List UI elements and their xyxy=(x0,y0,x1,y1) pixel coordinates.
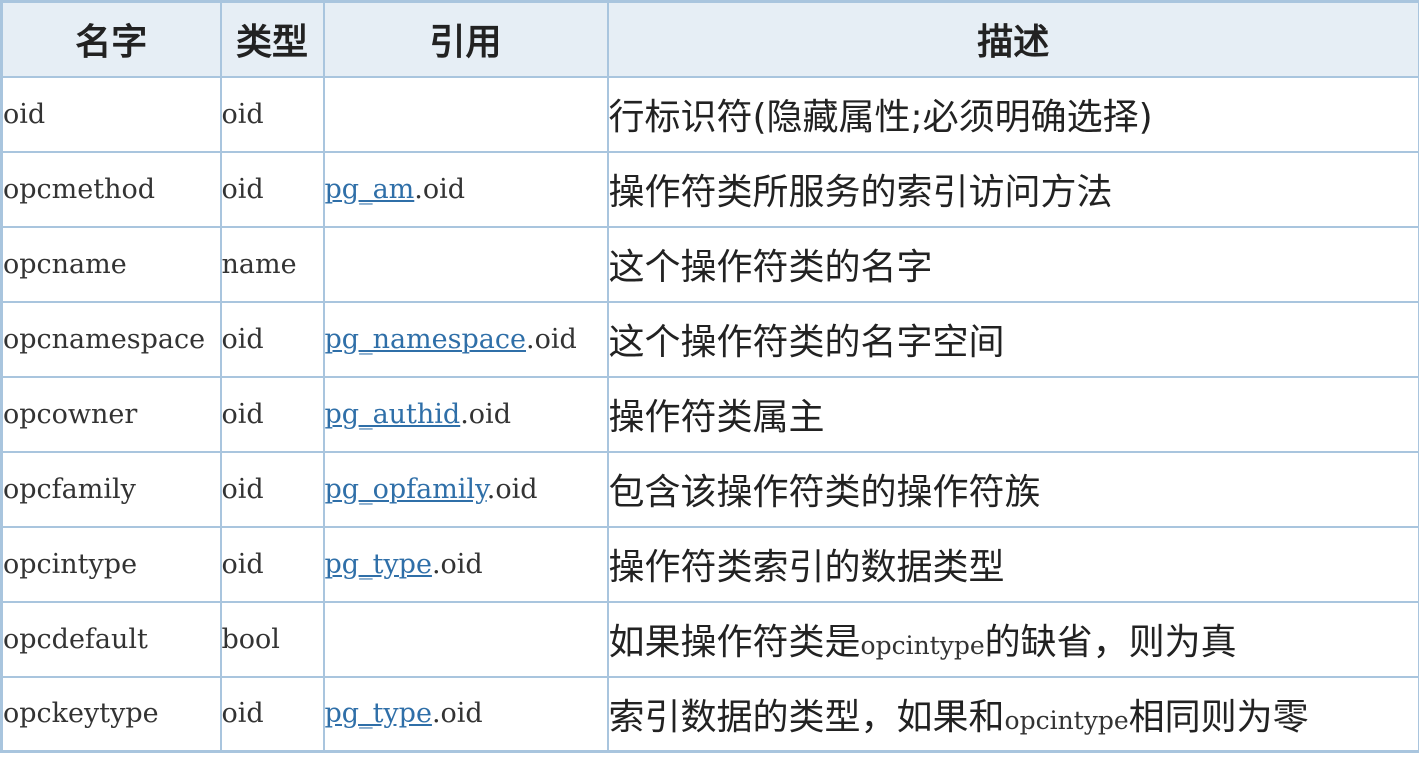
table-row: opcfamily oid pg_opfamily.oid 包含该操作符类的操作… xyxy=(0,450,1419,528)
column-reference-cell: pg_opfamily.oid xyxy=(322,450,609,528)
column-reference-cell xyxy=(322,75,609,153)
column-description-cell: 操作符类属主 xyxy=(606,375,1419,453)
column-description-cell: 索引数据的类型，如果和opcintype相同则为零 xyxy=(606,675,1419,753)
table-row: opcdefault bool 如果操作符类是opcintype的缺省，则为真 xyxy=(0,600,1419,678)
column-type-cell: oid xyxy=(219,75,325,153)
column-type-cell: oid xyxy=(219,375,325,453)
table-row: opcowner oid pg_authid.oid 操作符类属主 xyxy=(0,375,1419,453)
description-text: 索引数据的类型，如果和 xyxy=(608,696,1005,738)
column-reference-cell xyxy=(322,225,609,303)
header-description: 描述 xyxy=(606,0,1419,78)
column-name-cell: opckeytype xyxy=(0,675,222,753)
column-name-cell: opcdefault xyxy=(0,600,222,678)
reference-link-pg-authid[interactable]: pg_authid xyxy=(326,399,461,430)
column-reference-cell: pg_type.oid xyxy=(322,525,609,603)
reference-suffix: .oid xyxy=(431,698,483,730)
column-reference-cell xyxy=(322,600,609,678)
description-text: 这个操作符类的名字 xyxy=(608,247,933,288)
description-text-tail: 相同则为零 xyxy=(1128,696,1309,738)
column-type-cell: oid xyxy=(219,450,325,528)
column-type-cell: oid xyxy=(219,675,325,753)
column-type-cell: oid xyxy=(219,300,325,378)
column-name-cell: opcname xyxy=(0,225,222,303)
table-body: oid oid 行标识符(隐藏属性;必须明确选择) opcmethod oid … xyxy=(0,75,1419,753)
inline-code: opcintype xyxy=(860,631,985,660)
reference-suffix: .oid xyxy=(414,173,466,205)
catalog-table: 名字 类型 引用 描述 oid oid 行标识符(隐藏属性;必须明确选择) op… xyxy=(0,0,1419,753)
header-type: 类型 xyxy=(219,0,325,78)
column-name-cell: opcfamily xyxy=(0,450,222,528)
column-type-cell: oid xyxy=(219,525,325,603)
column-name-cell: opcmethod xyxy=(0,150,222,228)
description-text: 行标识符(隐藏属性;必须明确选择) xyxy=(608,97,1153,138)
column-type-cell: oid xyxy=(219,150,325,228)
reference-link-pg-am[interactable]: pg_am xyxy=(326,174,415,205)
inline-code: opcintype xyxy=(1004,705,1129,735)
reference-link-pg-type[interactable]: pg_type xyxy=(326,549,432,580)
reference-link-pg-namespace[interactable]: pg_namespace xyxy=(326,324,526,355)
column-description-cell: 如果操作符类是opcintype的缺省，则为真 xyxy=(606,600,1419,678)
column-reference-cell: pg_authid.oid xyxy=(322,375,609,453)
column-type-cell: bool xyxy=(219,600,325,678)
column-description-cell: 包含该操作符类的操作符族 xyxy=(606,450,1419,528)
description-text: 操作符类所服务的索引访问方法 xyxy=(608,172,1113,213)
reference-suffix: .oid xyxy=(486,473,538,505)
column-name-cell: opcowner xyxy=(0,375,222,453)
description-text: 这个操作符类的名字空间 xyxy=(608,322,1005,363)
header-name: 名字 xyxy=(0,0,222,78)
table-row: opcname name 这个操作符类的名字 xyxy=(0,225,1419,303)
column-description-cell: 操作符类索引的数据类型 xyxy=(606,525,1419,603)
column-name-cell: opcintype xyxy=(0,525,222,603)
column-description-cell: 行标识符(隐藏属性;必须明确选择) xyxy=(606,75,1419,153)
description-text: 如果操作符类是 xyxy=(608,622,861,663)
table-row: oid oid 行标识符(隐藏属性;必须明确选择) xyxy=(0,75,1419,153)
description-text: 操作符类索引的数据类型 xyxy=(608,547,1005,588)
column-description-cell: 操作符类所服务的索引访问方法 xyxy=(606,150,1419,228)
table-row: opcmethod oid pg_am.oid 操作符类所服务的索引访问方法 xyxy=(0,150,1419,228)
table-row: opcintype oid pg_type.oid 操作符类索引的数据类型 xyxy=(0,525,1419,603)
description-text-tail: 的缺省，则为真 xyxy=(984,622,1237,663)
reference-suffix: .oid xyxy=(460,398,511,430)
table-row: opcnamespace oid pg_namespace.oid 这个操作符类… xyxy=(0,300,1419,378)
reference-link-pg-type[interactable]: pg_type xyxy=(326,698,432,729)
column-reference-cell: pg_am.oid xyxy=(322,150,609,228)
column-type-cell: name xyxy=(219,225,325,303)
table-header-row: 名字 类型 引用 描述 xyxy=(0,0,1419,78)
description-text: 操作符类属主 xyxy=(608,397,825,438)
header-reference: 引用 xyxy=(322,0,609,78)
reference-suffix: .oid xyxy=(431,548,483,580)
column-name-cell: oid xyxy=(0,75,222,153)
column-reference-cell: pg_namespace.oid xyxy=(322,300,609,378)
table-row: opckeytype oid pg_type.oid 索引数据的类型，如果和op… xyxy=(0,675,1419,753)
column-name-cell: opcnamespace xyxy=(0,300,222,378)
reference-suffix: .oid xyxy=(525,323,577,355)
column-reference-cell: pg_type.oid xyxy=(322,675,609,753)
description-text: 包含该操作符类的操作符族 xyxy=(608,472,1041,513)
column-description-cell: 这个操作符类的名字空间 xyxy=(606,300,1419,378)
column-description-cell: 这个操作符类的名字 xyxy=(606,225,1419,303)
reference-link-pg-opfamily[interactable]: pg_opfamily xyxy=(326,474,487,505)
